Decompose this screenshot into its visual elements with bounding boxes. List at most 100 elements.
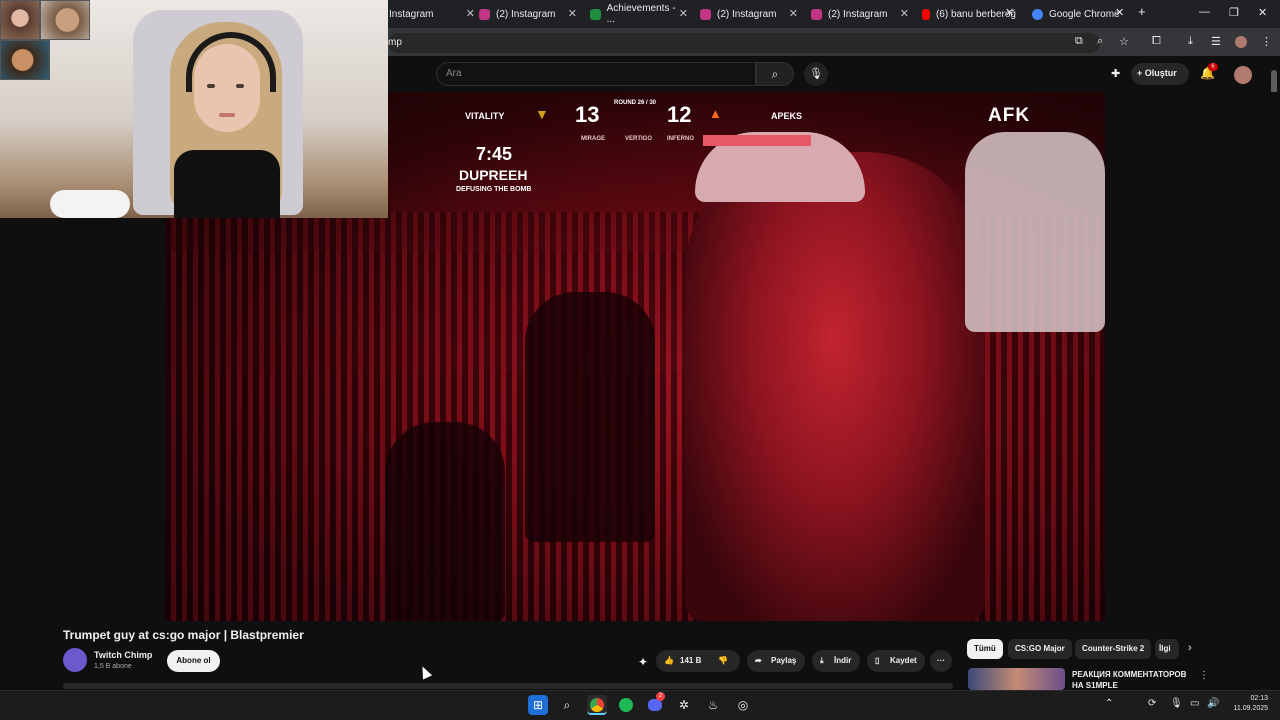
more-actions-button[interactable]: ··· <box>930 650 952 672</box>
tab-label: Instagram <box>389 8 434 20</box>
dislike-icon[interactable]: 👎 <box>718 650 728 672</box>
close-tab-icon[interactable]: ✕ <box>1005 6 1014 19</box>
close-tab-icon[interactable]: ✕ <box>900 7 909 20</box>
tab-instagram-1[interactable]: Instagram ✕ <box>383 3 475 25</box>
volume-icon[interactable]: 🔊 <box>1207 698 1219 709</box>
pillow <box>50 190 130 218</box>
sync-icon[interactable]: ⟳ <box>1148 698 1156 709</box>
player-action: DEFUSING THE BOMB <box>456 186 532 193</box>
chrome-taskbar-icon[interactable] <box>587 695 607 715</box>
extensions-icon[interactable]: ⧠ <box>1152 35 1161 48</box>
profile-avatar[interactable] <box>1235 36 1247 48</box>
chevron-right-icon[interactable]: › <box>1188 642 1192 654</box>
cast-icon[interactable]: ✚ <box>1111 67 1120 80</box>
tab-label: Google Chrome <box>1049 8 1120 20</box>
map-1: MIRAGE <box>581 136 605 142</box>
download-icon: ⤓ <box>820 656 824 665</box>
video-title: Trumpet guy at cs:go major | Blastpremie… <box>63 628 304 642</box>
bookmark-star-icon[interactable]: ☆ <box>1119 35 1129 48</box>
bomb-timer-bar <box>703 135 811 146</box>
voice-search-button[interactable]: 🎙 <box>804 62 828 86</box>
clock-date: 11.09.2025 <box>1233 705 1268 712</box>
ask-ai-icon[interactable]: ✦ <box>638 655 648 669</box>
fan-white-shirt <box>965 132 1105 332</box>
subscribe-button[interactable]: Abone ol <box>167 650 220 672</box>
search-icon: ⌕ <box>771 67 779 81</box>
system-clock[interactable]: 02:13 11.09.2025 <box>1226 694 1268 714</box>
close-tab-icon[interactable]: ✕ <box>1115 6 1124 19</box>
score-left: 13 <box>575 102 600 127</box>
search-button[interactable]: ⌕ <box>756 62 794 86</box>
tab-google-chrome[interactable]: Google Chrome <box>1026 3 1126 25</box>
channel-avatar[interactable] <box>63 648 87 672</box>
mouse-cursor <box>417 664 433 680</box>
recommended-menu-icon[interactable]: ⋮ <box>1199 670 1209 681</box>
account-avatar[interactable] <box>1234 66 1252 84</box>
network-tray-icon[interactable]: ▭ <box>1190 698 1199 709</box>
fan-dark-shirt <box>525 292 655 542</box>
apeks-logo-icon: ▲ <box>709 106 722 121</box>
new-tab-button[interactable]: + <box>1138 4 1146 19</box>
score-right: 12 <box>667 102 692 127</box>
share-button[interactable]: ➦ Paylaş <box>747 650 805 672</box>
create-button[interactable]: + Oluştur <box>1131 63 1189 85</box>
windows-taskbar <box>0 690 1280 720</box>
chip-all[interactable]: Tümü <box>967 639 1003 659</box>
chrome-menu-icon[interactable]: ⋮ <box>1261 35 1272 48</box>
tab-instagram-4[interactable]: (2) Instagram ✕ <box>805 3 909 25</box>
team-left-name: VITALITY <box>465 111 505 121</box>
create-label: Oluştur <box>1144 68 1177 78</box>
search-input[interactable]: Ara <box>436 62 756 86</box>
address-bar[interactable]: mp <box>388 33 1100 53</box>
network-app-icon[interactable]: ✲ <box>674 695 694 715</box>
tab-label: (2) Instagram <box>717 8 777 20</box>
recommended-thumbnail[interactable] <box>968 668 1065 690</box>
tab-achievements[interactable]: Achievements - ... ✕ <box>584 3 688 25</box>
chrome-icon <box>1032 8 1043 20</box>
start-menu-icon[interactable]: ⊞ <box>528 695 548 715</box>
search-placeholder: Ara <box>446 68 462 79</box>
minimize-button[interactable]: — <box>1199 6 1210 18</box>
like-dislike-group: 👍 141 B 👎 <box>656 650 740 672</box>
notification-badge: 6 <box>1208 63 1218 71</box>
round-timer: 7:45 <box>476 144 513 164</box>
address-text: mp <box>388 37 402 48</box>
like-count[interactable]: 141 B <box>680 650 701 672</box>
tab-label: Achievements - ... <box>606 3 676 25</box>
instagram-icon <box>811 8 822 20</box>
sponsor-logo: AFK <box>988 105 1031 126</box>
download-icon[interactable]: ⤓ <box>1188 35 1193 48</box>
obs-icon[interactable]: ◎ <box>733 695 753 715</box>
save-button[interactable]: ▯ Kaydet <box>867 650 925 672</box>
install-app-icon[interactable]: ⧉ <box>1075 35 1083 48</box>
steam-icon[interactable]: ♨ <box>703 695 723 715</box>
match-scoreboard: VITALITY ▼ 13 ROUND 26 / 30 12 ▲ APEKS M… <box>435 92 1085 152</box>
zoom-icon[interactable]: ⌕ <box>1097 35 1103 48</box>
facecam-thumb-1 <box>0 0 40 40</box>
like-icon[interactable]: 👍 <box>664 650 674 672</box>
tray-overflow-icon[interactable]: ⌃ <box>1105 698 1113 709</box>
close-tab-icon[interactable]: ✕ <box>679 7 688 20</box>
fan-back <box>385 422 505 621</box>
window-close-button[interactable]: ✕ <box>1258 6 1267 19</box>
search-taskbar-icon[interactable]: ⌕ <box>557 695 577 715</box>
maximize-button[interactable]: ❐ <box>1229 6 1239 19</box>
tab-instagram-2[interactable]: (2) Instagram ✕ <box>473 3 577 25</box>
chip-counter-strike-2[interactable]: Counter-Strike 2 <box>1075 639 1152 659</box>
close-tab-icon[interactable]: ✕ <box>568 7 577 20</box>
download-label: İndir <box>834 656 852 665</box>
chip-related[interactable]: İlgi <box>1155 639 1179 659</box>
close-tab-icon[interactable]: ✕ <box>789 7 798 20</box>
mouth <box>219 113 235 117</box>
tab-instagram-3[interactable]: (2) Instagram ✕ <box>694 3 798 25</box>
chip-csgo-major[interactable]: CS:GO Major <box>1008 639 1072 659</box>
channel-name[interactable]: Twitch Chimp <box>94 650 152 660</box>
spotify-icon[interactable] <box>616 695 636 715</box>
reading-list-icon[interactable]: ☰ <box>1211 35 1221 48</box>
description-box[interactable] <box>63 683 953 689</box>
microphone-tray-icon[interactable]: 🎙 <box>1170 698 1183 709</box>
recommended-title[interactable]: РЕАКЦИЯ КОММЕНТАТОРОВ НА S1MPLE <box>1072 669 1192 691</box>
facecam-thumb-2 <box>40 0 90 40</box>
download-button[interactable]: ⤓ İndir <box>812 650 860 672</box>
tab-youtube[interactable]: (6) banu berberoğ <box>916 3 1016 25</box>
